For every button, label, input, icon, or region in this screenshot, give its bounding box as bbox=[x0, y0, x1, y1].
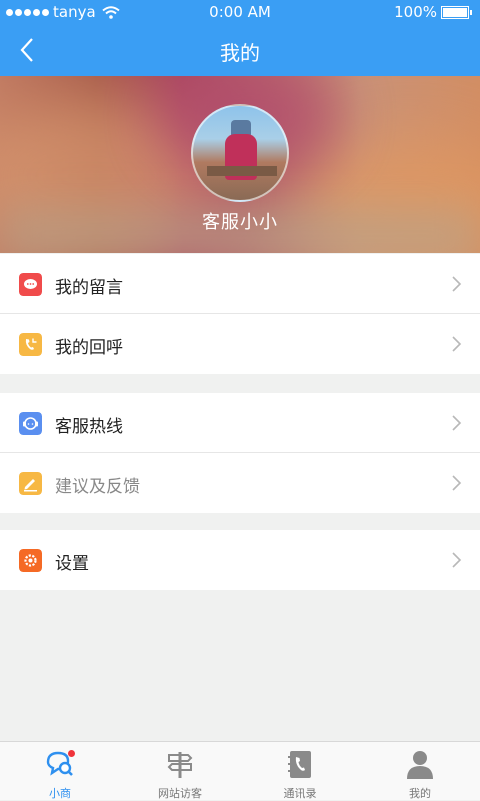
profile-header: 客服小小 bbox=[0, 76, 480, 253]
chevron-right-icon bbox=[452, 475, 462, 491]
settings-icon bbox=[19, 549, 42, 572]
menu-item-label: 建议及反馈 bbox=[55, 477, 140, 497]
chevron-right-icon bbox=[452, 552, 462, 568]
chevron-right-icon bbox=[452, 336, 462, 352]
chevron-right-icon bbox=[452, 276, 462, 292]
tab-label: 通讯录 bbox=[283, 787, 317, 800]
chevron-right-icon bbox=[452, 415, 462, 431]
tab-label: 网站访客 bbox=[158, 787, 202, 800]
menu-group-support: 客服热线 建议及反馈 bbox=[0, 393, 480, 513]
menu-item-settings[interactable]: 设置 bbox=[0, 530, 480, 590]
avatar-bench bbox=[207, 166, 277, 176]
tab-label: 我的 bbox=[409, 787, 431, 800]
person-icon bbox=[407, 751, 433, 779]
menu-item-label: 设置 bbox=[55, 554, 89, 574]
navigation-bar: 我的 bbox=[0, 24, 480, 76]
tab-site-visitors[interactable]: 网站访客 bbox=[120, 742, 240, 800]
feedback-icon bbox=[19, 472, 42, 495]
page-title: 我的 bbox=[220, 41, 260, 65]
tab-contacts[interactable]: 通讯录 bbox=[240, 742, 360, 800]
callback-icon bbox=[19, 333, 42, 356]
battery-percent: 100% bbox=[394, 3, 437, 21]
tab-label: 小商 bbox=[49, 787, 71, 800]
tab-mine[interactable]: 我的 bbox=[360, 742, 480, 800]
menu-item-hotline[interactable]: 客服热线 bbox=[0, 393, 480, 453]
menu-item-feedback[interactable]: 建议及反馈 bbox=[0, 453, 480, 513]
menu-group-settings: 设置 bbox=[0, 530, 480, 590]
menu-item-my-messages[interactable]: 我的留言 bbox=[0, 254, 480, 314]
avatar[interactable] bbox=[191, 104, 289, 202]
battery-icon bbox=[441, 5, 469, 19]
profile-name: 客服小小 bbox=[202, 212, 278, 233]
message-icon bbox=[19, 273, 42, 296]
menu-group-messages: 我的留言 我的回呼 bbox=[0, 254, 480, 374]
hotline-icon bbox=[19, 412, 42, 435]
menu-item-my-callbacks[interactable]: 我的回呼 bbox=[0, 314, 480, 374]
menu-item-label: 我的留言 bbox=[55, 278, 123, 298]
menu-item-label: 我的回呼 bbox=[55, 338, 123, 358]
contacts-book-icon bbox=[288, 751, 311, 778]
menu-item-label: 客服热线 bbox=[55, 417, 123, 437]
battery-tip bbox=[470, 9, 472, 15]
notification-dot bbox=[68, 750, 75, 757]
status-bar: tanya 0:00 AM 100% bbox=[0, 0, 480, 24]
tab-xiaoshang[interactable]: 小商 bbox=[0, 742, 120, 800]
tab-bar: 小商 网站访客 通讯录 我的 bbox=[0, 741, 480, 800]
signpost-icon bbox=[167, 752, 193, 778]
battery-info: 100% bbox=[394, 3, 472, 21]
